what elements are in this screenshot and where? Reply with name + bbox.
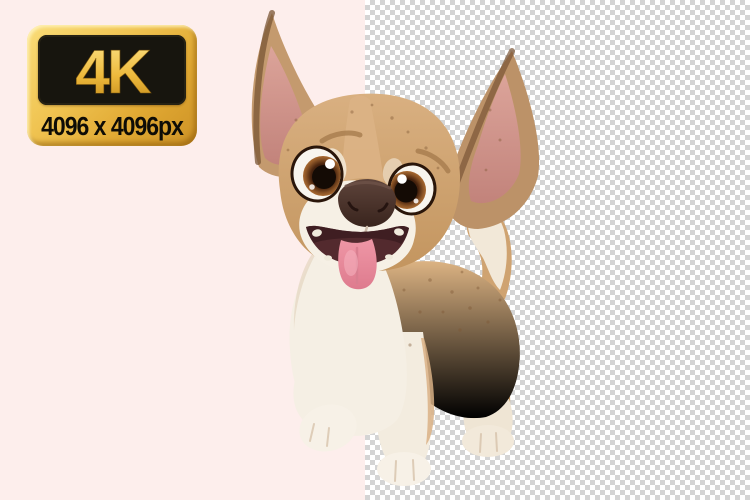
dog-tongue xyxy=(338,239,376,289)
badge-4k-text: 4K xyxy=(75,38,151,105)
resolution-badge: 4K 4096 x 4096px xyxy=(27,25,197,146)
stage: 4K 4096 x 4096px xyxy=(0,0,750,500)
dog-right-ear xyxy=(444,51,539,229)
badge-inner-screen: 4K xyxy=(38,35,186,105)
badge-dimensions-text: 4096 x 4096px xyxy=(27,111,197,141)
badge-4k-graphic: 4K xyxy=(38,35,186,105)
